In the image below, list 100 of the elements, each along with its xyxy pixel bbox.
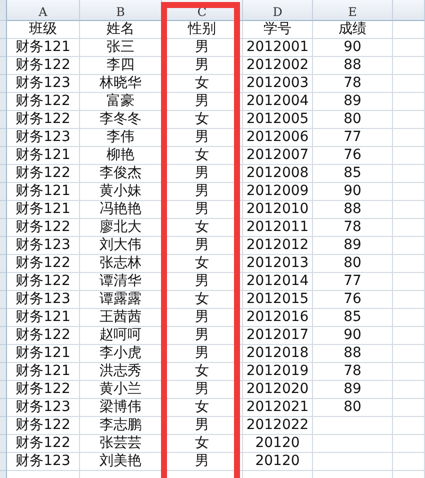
table-cell: 80 <box>313 255 393 273</box>
select-all-corner[interactable] <box>0 0 7 21</box>
table-cell: 2012007 <box>243 147 313 165</box>
table-cell: 78 <box>313 75 393 93</box>
table-cell: 2012006 <box>243 129 313 147</box>
table-cell: 男 <box>162 417 243 435</box>
table-cell: 85 <box>313 309 393 327</box>
table-cell: 76 <box>313 147 393 165</box>
table-cell: 财务121 <box>7 147 80 165</box>
table-cell: 财务123 <box>7 291 80 309</box>
table-cell: 财务121 <box>7 183 80 201</box>
table-cell: 2012021 <box>243 399 313 417</box>
table-cell: 谭露露 <box>80 291 162 309</box>
row-header[interactable] <box>0 453 7 471</box>
table-cell: 财务122 <box>7 255 80 273</box>
empty-cell <box>393 381 425 399</box>
row-header[interactable] <box>0 111 7 129</box>
table-cell: 2012020 <box>243 381 313 399</box>
row-header[interactable] <box>0 327 7 345</box>
row-header[interactable] <box>0 309 7 327</box>
empty-cell <box>393 453 425 471</box>
table-cell: 谭清华 <box>80 273 162 291</box>
column-header[interactable]: D <box>243 0 313 21</box>
table-cell: 学号 <box>243 21 313 39</box>
table-cell: 班级 <box>7 21 80 39</box>
empty-cell <box>393 75 425 93</box>
table-cell: 2012018 <box>243 345 313 363</box>
empty-cell <box>393 273 425 291</box>
table-cell: 76 <box>313 291 393 309</box>
row-header[interactable] <box>0 363 7 381</box>
row-header[interactable] <box>0 291 7 309</box>
empty-cell <box>393 345 425 363</box>
table-cell: 男 <box>162 165 243 183</box>
table-cell: 财务122 <box>7 57 80 75</box>
table-cell: 女 <box>162 255 243 273</box>
empty-cell <box>393 435 425 453</box>
table-cell: 男 <box>162 183 243 201</box>
empty-cell <box>393 111 425 129</box>
table-cell: 80 <box>313 111 393 129</box>
table-cell: 刘大伟 <box>80 237 162 255</box>
table-cell: 90 <box>313 327 393 345</box>
row-header[interactable] <box>0 345 7 363</box>
table-cell: 男 <box>162 57 243 75</box>
table-cell: 财务122 <box>7 381 80 399</box>
table-cell: 女 <box>162 435 243 453</box>
table-cell: 男 <box>162 129 243 147</box>
row-header[interactable] <box>0 75 7 93</box>
table-cell: 赵呵呵 <box>80 327 162 345</box>
table-cell: 黄小妹 <box>80 183 162 201</box>
row-header[interactable] <box>0 183 7 201</box>
table-cell: 成绩 <box>313 21 393 39</box>
column-header[interactable] <box>393 0 425 21</box>
table-cell: 梁博伟 <box>80 399 162 417</box>
table-cell: 85 <box>313 165 393 183</box>
table-cell: 男 <box>162 453 243 471</box>
row-header[interactable] <box>0 21 7 39</box>
row-header[interactable] <box>0 273 7 291</box>
empty-cell <box>393 291 425 309</box>
row-header[interactable] <box>0 165 7 183</box>
row-header[interactable] <box>0 57 7 75</box>
row-header[interactable] <box>0 399 7 417</box>
table-cell: 2012013 <box>243 255 313 273</box>
table-cell: 财务121 <box>7 309 80 327</box>
table-cell: 2012002 <box>243 57 313 75</box>
table-cell: 张芸芸 <box>80 435 162 453</box>
table-cell: 男 <box>162 309 243 327</box>
row-header[interactable] <box>0 381 7 399</box>
table-cell: 80 <box>313 399 393 417</box>
table-cell: 男 <box>162 237 243 255</box>
column-header[interactable]: E <box>313 0 393 21</box>
table-cell: 2012017 <box>243 327 313 345</box>
table-cell: 女 <box>162 363 243 381</box>
empty-cell <box>393 309 425 327</box>
row-header[interactable] <box>0 129 7 147</box>
row-header[interactable] <box>0 435 7 453</box>
table-cell: 78 <box>313 363 393 381</box>
row-header[interactable] <box>0 417 7 435</box>
empty-cell <box>393 93 425 111</box>
table-cell: 女 <box>162 111 243 129</box>
table-cell: 李四 <box>80 57 162 75</box>
table-cell: 20120 <box>243 453 313 471</box>
table-cell: 冯艳艳 <box>80 201 162 219</box>
row-header[interactable] <box>0 219 7 237</box>
column-header[interactable]: B <box>80 0 162 21</box>
row-header[interactable] <box>0 93 7 111</box>
table-cell: 洪志秀 <box>80 363 162 381</box>
row-header[interactable] <box>0 39 7 57</box>
table-cell: 财务122 <box>7 327 80 345</box>
table-cell: 88 <box>313 345 393 363</box>
table-cell: 2012012 <box>243 237 313 255</box>
empty-cell <box>393 57 425 75</box>
empty-cell <box>393 165 425 183</box>
table-cell: 财务122 <box>7 417 80 435</box>
table-cell: 财务122 <box>7 273 80 291</box>
row-header[interactable] <box>0 147 7 165</box>
table-cell: 88 <box>313 57 393 75</box>
column-header[interactable]: A <box>7 0 80 21</box>
row-header[interactable] <box>0 237 7 255</box>
row-header[interactable] <box>0 201 7 219</box>
row-header[interactable] <box>0 255 7 273</box>
